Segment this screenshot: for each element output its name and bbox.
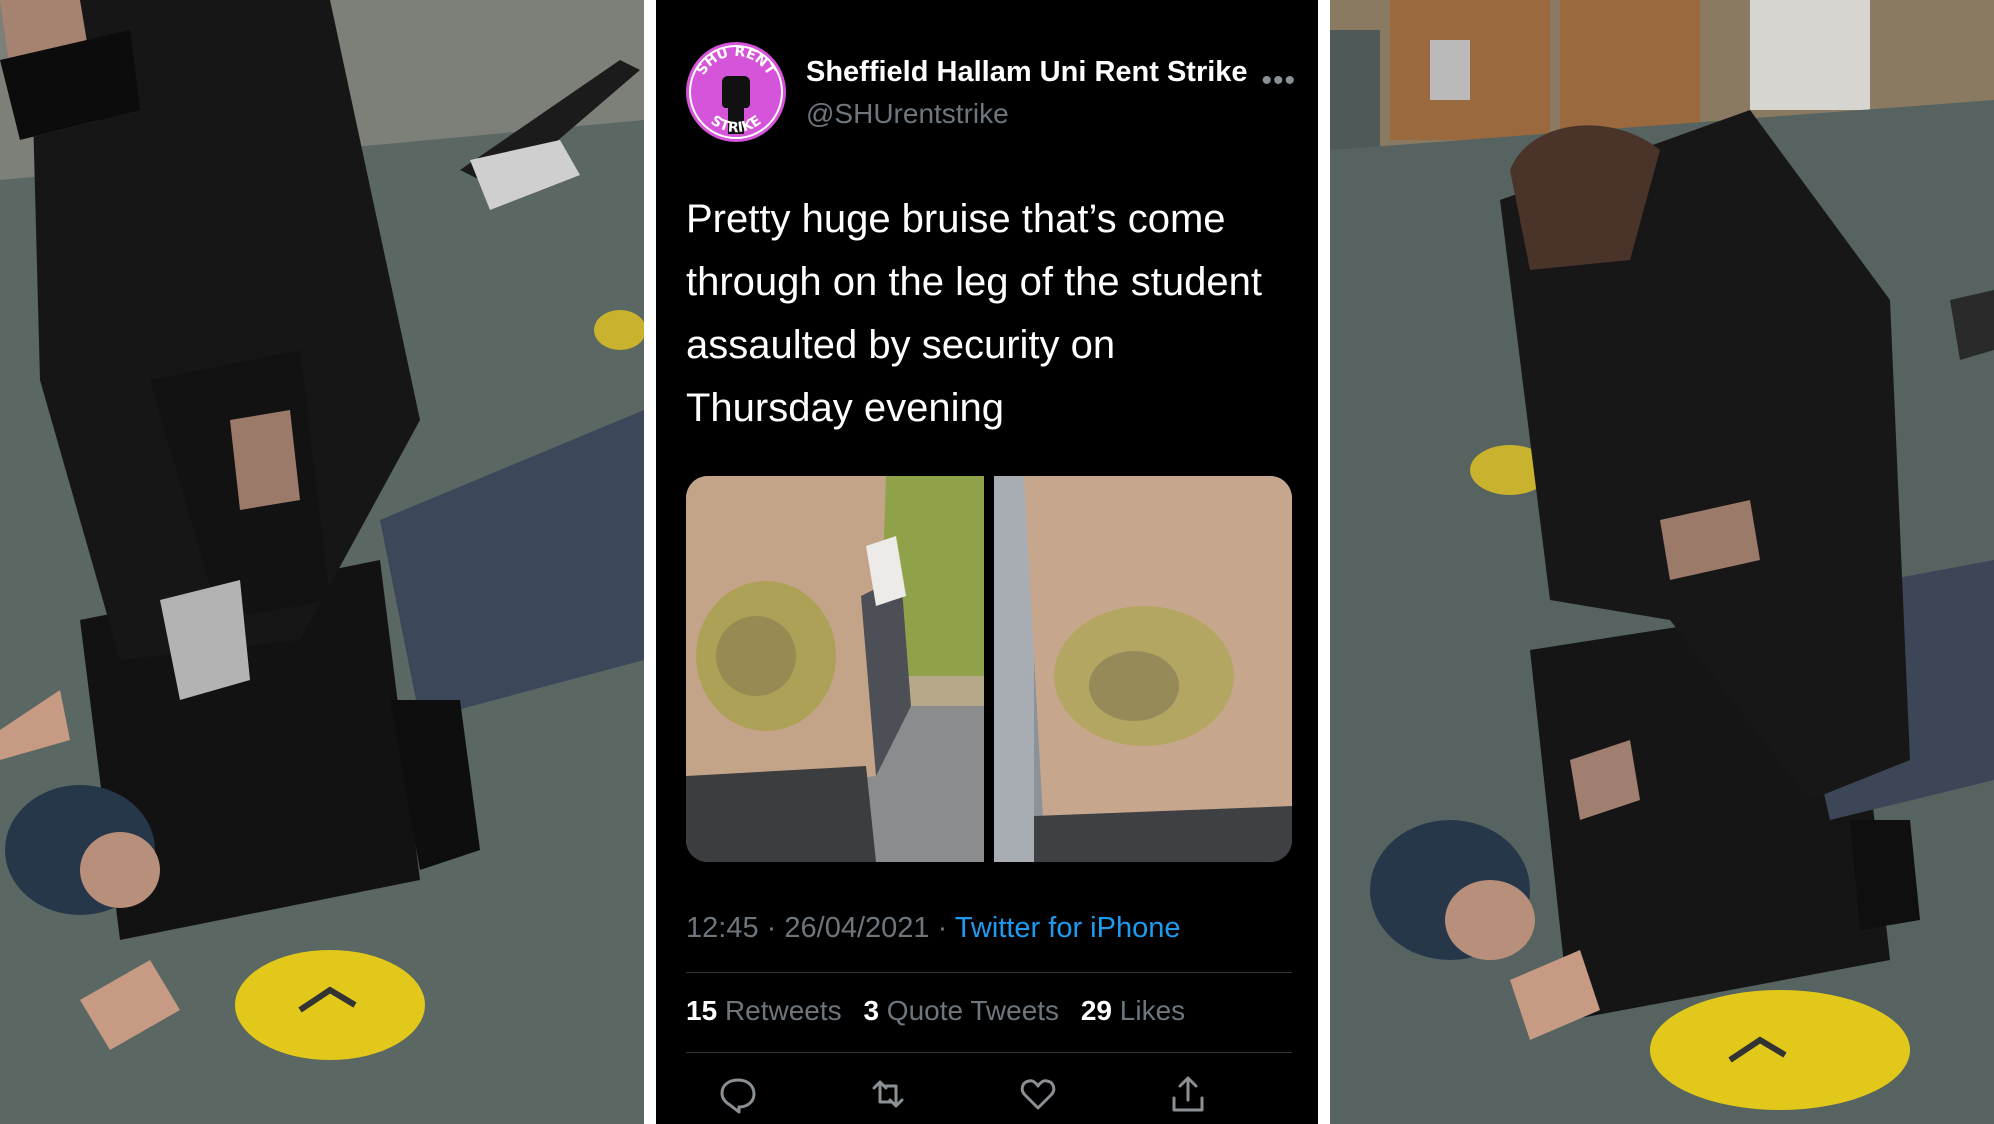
meta-separator: · (766, 912, 777, 944)
handle[interactable]: @SHUrentstrike (806, 98, 1009, 130)
display-name[interactable]: Sheffield Hallam Uni Rent Strike (806, 56, 1248, 89)
reply-icon[interactable] (718, 1074, 758, 1114)
tweet-timestamp: 12:45 · 26/04/2021 · Twitter for iPhone (686, 912, 1180, 945)
meta-separator: · (937, 912, 948, 944)
likes-stat[interactable]: 29 Likes (1081, 995, 1185, 1026)
media-image-1[interactable] (686, 476, 984, 862)
tweet-actions (718, 1074, 1278, 1124)
left-video-still (0, 0, 644, 1124)
more-icon[interactable]: ••• (1261, 64, 1296, 98)
tweet-stats: 15 Retweets 3 Quote Tweets 29 Likes (686, 995, 1199, 1027)
quotes-label: Quote Tweets (886, 995, 1060, 1026)
quotes-count: 3 (863, 995, 880, 1026)
share-icon[interactable] (1168, 1074, 1208, 1114)
likes-count: 29 (1080, 995, 1112, 1026)
right-video-still (1330, 0, 1994, 1124)
retweets-stat[interactable]: 15 Retweets (686, 995, 849, 1026)
tweet-header: SHU RENT STRIKE Sheffield Hallam Uni Rent… (686, 42, 1296, 146)
divider (686, 1052, 1292, 1053)
like-icon[interactable] (1018, 1074, 1058, 1114)
right-photo-scene (1330, 0, 1994, 1124)
likes-label: Likes (1119, 995, 1186, 1026)
media-image-2[interactable] (994, 476, 1292, 862)
tweet-time[interactable]: 12:45 (686, 912, 759, 944)
quotes-stat[interactable]: 3 Quote Tweets (863, 995, 1066, 1026)
retweets-count: 15 (686, 995, 718, 1026)
tweet-date[interactable]: 26/04/2021 (784, 912, 929, 944)
avatar[interactable]: SHU RENT STRIKE (686, 42, 786, 142)
tweet-source-link[interactable]: Twitter for iPhone (955, 912, 1181, 944)
bruise-photo-2 (994, 476, 1292, 862)
tweet-text: Pretty huge bruise that’s come through o… (686, 197, 1262, 430)
bruise-photo-1 (686, 476, 984, 862)
avatar-logo-text: SHU RENT (694, 44, 779, 79)
left-photo-scene (0, 0, 644, 1124)
retweet-icon[interactable] (868, 1074, 908, 1114)
tweet-screenshot: SHU RENT STRIKE Sheffield Hallam Uni Rent… (656, 0, 1318, 1124)
tweet-media[interactable] (686, 476, 1292, 862)
retweets-label: Retweets (724, 995, 842, 1026)
avatar-logo: SHU RENTSTRIKE (689, 44, 783, 139)
divider (686, 972, 1292, 973)
